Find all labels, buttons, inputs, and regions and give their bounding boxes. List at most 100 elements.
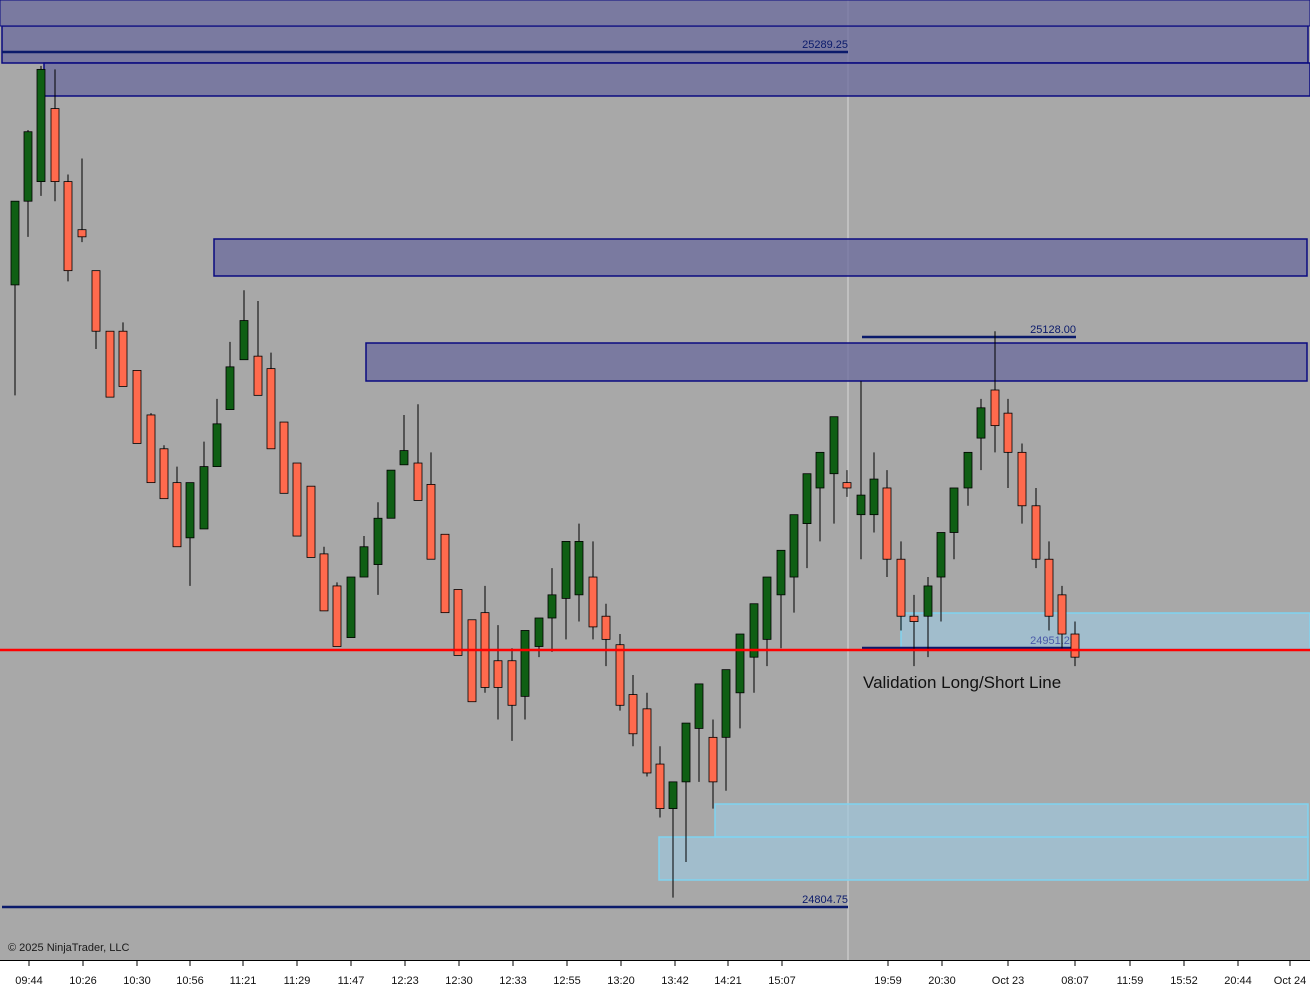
candle-body	[346, 576, 356, 638]
candle-body	[990, 389, 1000, 427]
candle-body	[615, 644, 625, 706]
x-tick-label: 12:30	[445, 975, 473, 987]
x-tick-label: 12:23	[391, 975, 419, 987]
candle-body	[976, 407, 986, 439]
demand-zone-6	[714, 803, 1309, 838]
candle-body	[225, 366, 235, 410]
candle-body	[253, 355, 263, 396]
candle-body	[574, 541, 584, 596]
supply-zone-3	[213, 238, 1308, 277]
candle-body	[319, 553, 329, 612]
candle-body	[721, 669, 731, 738]
candle-body	[199, 466, 209, 530]
candle-body	[386, 469, 396, 519]
candle-body	[642, 708, 652, 774]
x-tick-label: 20:44	[1224, 975, 1252, 987]
candle-body	[949, 487, 959, 533]
candle-body	[493, 660, 503, 688]
x-tick-label: 13:42	[661, 975, 689, 987]
candle-body	[453, 589, 463, 656]
candle-body	[735, 633, 745, 694]
candle-body	[1070, 633, 1080, 658]
supply-zone-2	[43, 62, 1310, 97]
candlestick-chart[interactable]: 25289.25 25128.00 24951.25 24804.75 Validat…	[0, 0, 1310, 996]
candle-body	[306, 485, 316, 558]
candle-body	[936, 532, 946, 578]
candle-body	[1044, 558, 1054, 617]
x-tick-label: 11:47	[338, 975, 365, 987]
candle-body	[588, 576, 598, 628]
candle-body	[332, 585, 342, 647]
level-label-24951.25: 24951.25	[1030, 635, 1076, 647]
demand-zone-7	[658, 836, 1309, 881]
candle-body	[279, 421, 289, 494]
x-tick-label: 10:30	[123, 975, 151, 987]
x-tick-label: 09:44	[15, 975, 43, 987]
supply-zone-4	[365, 342, 1308, 382]
x-tick-label: 12:55	[553, 975, 581, 987]
candle-body	[520, 630, 530, 697]
candle-body	[829, 416, 839, 475]
candle-body	[534, 617, 544, 647]
candle-body	[963, 451, 973, 489]
x-tick-label: Oct 23	[992, 975, 1024, 987]
candle-body	[91, 270, 101, 332]
x-tick-label: 13:20	[607, 975, 635, 987]
level-label-24804.75: 24804.75	[802, 894, 848, 906]
candle-body	[776, 549, 786, 596]
candle-10	[132, 370, 142, 444]
demand-zone-5	[900, 612, 1310, 650]
supply-zone-top	[0, 0, 1310, 27]
candle-23	[306, 485, 316, 558]
candle-body	[789, 514, 799, 578]
candle-body	[132, 370, 142, 444]
candle-body	[668, 781, 678, 809]
x-tick-label: 11:21	[230, 975, 257, 987]
x-tick-label: 10:26	[69, 975, 97, 987]
candle-body	[1003, 412, 1013, 453]
candle-body	[413, 462, 423, 501]
candle-body	[628, 694, 638, 735]
candle-29	[386, 469, 396, 519]
x-tick-label: 10:56	[176, 975, 204, 987]
candle-body	[467, 619, 477, 703]
chart-window: 25289.25 25128.00 24951.25 24804.75 Validat…	[0, 0, 1310, 996]
candle-body	[896, 558, 906, 617]
candle-body	[266, 368, 276, 450]
candle-34	[453, 589, 463, 656]
candle-3	[36, 65, 46, 196]
x-tick-label: 11:59	[1117, 975, 1144, 987]
candle-body	[923, 585, 933, 617]
level-label-25289.25: 25289.25	[802, 39, 848, 51]
candle-body	[185, 482, 195, 539]
x-tick-label: 15:52	[1170, 975, 1198, 987]
candle-body	[882, 487, 892, 560]
candle-body	[440, 533, 450, 614]
candle-body	[118, 330, 128, 387]
candle-26	[346, 576, 356, 638]
candle-24	[319, 546, 329, 612]
candle-body	[63, 181, 73, 272]
candle-body	[172, 482, 182, 548]
candle-body	[399, 450, 409, 466]
candle-body	[655, 763, 665, 809]
x-tick-label: 11:29	[284, 975, 311, 987]
candle-body	[561, 541, 571, 599]
candle-body	[842, 482, 852, 489]
candle-5	[63, 174, 73, 282]
candle-body	[36, 68, 46, 182]
candle-body	[50, 108, 60, 182]
candle-body	[426, 484, 436, 560]
candle-body	[239, 320, 249, 361]
candle-body	[146, 414, 156, 484]
candle-body	[507, 660, 517, 706]
candle-body	[10, 200, 20, 286]
copyright-text: © 2025 NinjaTrader, LLC	[8, 942, 129, 954]
candle-8	[105, 330, 115, 398]
x-tick-label: 08:07	[1061, 975, 1089, 987]
candle-body	[1057, 594, 1067, 635]
candle-body	[708, 736, 718, 783]
x-tick-label: Oct 24	[1274, 975, 1306, 987]
candle-body	[292, 462, 302, 537]
candle-12	[159, 445, 169, 500]
